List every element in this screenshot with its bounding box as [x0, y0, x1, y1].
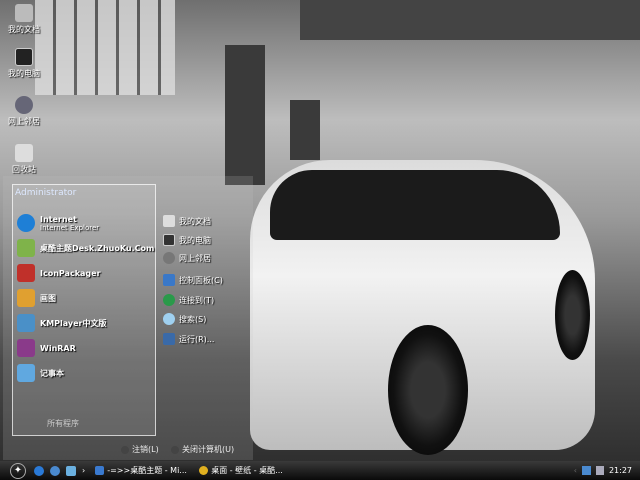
desktop-icon-label: 回收站: [12, 165, 36, 174]
wallpaper-pillar: [290, 100, 320, 160]
desktop-icon-label: 网上邻居: [8, 117, 40, 126]
wallpaper-window: [35, 0, 175, 95]
place-label: 搜索(S): [179, 314, 207, 324]
wallpaper-pillar: [225, 45, 265, 185]
place-search[interactable]: 搜索(S): [163, 313, 206, 325]
place-label: 运行(R)...: [179, 334, 215, 344]
place-my-computer[interactable]: 我的电脑: [163, 234, 211, 246]
desktop-icon-network-places[interactable]: 网上邻居: [4, 96, 44, 127]
zhuoku-icon: [17, 239, 35, 257]
program-iconpackager[interactable]: IconPackager: [17, 264, 101, 282]
internet-explorer-icon: [17, 214, 35, 232]
quicklaunch-desktop-icon[interactable]: [66, 465, 76, 476]
system-tray: ‹ 21:27: [574, 466, 640, 475]
place-network[interactable]: 网上邻居: [163, 252, 211, 264]
quicklaunch-ie-icon[interactable]: [34, 465, 44, 476]
network-places-icon: [163, 252, 175, 264]
wallpaper-ceiling: [300, 0, 640, 40]
desktop-icon-my-documents[interactable]: 我的文档: [4, 4, 44, 35]
program-paint[interactable]: 画图: [17, 289, 56, 307]
network-places-icon: [15, 96, 33, 114]
quicklaunch-browser-icon[interactable]: [50, 465, 60, 476]
all-programs-button[interactable]: 所有程序: [47, 418, 79, 429]
program-label: IconPackager: [40, 268, 101, 278]
place-label: 网上邻居: [179, 253, 211, 263]
document-icon: [95, 466, 105, 475]
program-label: 画图: [40, 293, 56, 303]
program-label: WinRAR: [40, 343, 76, 353]
chrome-icon: [199, 466, 209, 475]
logoff-label: 注销(L): [132, 445, 159, 454]
desktop-icon-recycle-bin[interactable]: 回收站: [4, 144, 44, 175]
place-my-documents[interactable]: 我的文档: [163, 215, 211, 227]
place-label: 我的文档: [179, 216, 211, 226]
taskbar-task[interactable]: -=>>桌酷主题 - Mi...: [95, 465, 193, 476]
shutdown-button[interactable]: 关闭计算机(U): [171, 444, 234, 455]
place-label: 我的电脑: [179, 235, 211, 245]
desktop-icon-label: 我的电脑: [8, 69, 40, 78]
task-label: 桌面 - 壁纸 - 桌酷...: [211, 466, 283, 475]
place-control-panel[interactable]: 控制面板(C): [163, 274, 223, 286]
start-menu: Administrator Internet Internet Explorer …: [3, 176, 253, 460]
wallpaper-wheel: [388, 325, 468, 455]
place-connect-to[interactable]: 连接到(T): [163, 294, 214, 306]
taskbar-task[interactable]: 桌面 - 壁纸 - 桌酷...: [199, 465, 297, 476]
place-label: 连接到(T): [179, 295, 215, 305]
program-label: 桌酷主题Desk.ZhuoKu.Com: [40, 243, 155, 253]
wallpaper-wheel: [555, 270, 590, 360]
network-tray-icon[interactable]: [581, 466, 591, 475]
winrar-icon: [17, 339, 35, 357]
logoff-button[interactable]: 注销(L): [121, 444, 159, 455]
my-computer-icon: [15, 48, 33, 66]
paint-icon: [17, 289, 35, 307]
program-zhuoku[interactable]: 桌酷主题Desk.ZhuoKu.Com: [17, 239, 154, 257]
power-icon: [171, 445, 179, 454]
program-label: 记事本: [40, 368, 64, 378]
notepad-icon: [17, 364, 35, 382]
my-computer-icon: [163, 234, 175, 246]
my-documents-icon: [163, 215, 175, 227]
volume-tray-icon[interactable]: [595, 466, 604, 475]
program-sublabel: Internet Explorer: [40, 223, 100, 232]
clock[interactable]: 21:27: [609, 466, 632, 475]
start-button[interactable]: ✦: [10, 462, 26, 479]
wallpaper-car-window: [270, 170, 560, 240]
task-label: -=>>桌酷主题 - Mi...: [107, 466, 187, 475]
place-label: 控制面板(C): [179, 275, 223, 285]
logoff-icon: [121, 445, 129, 454]
my-documents-icon: [15, 4, 33, 22]
control-panel-icon: [163, 274, 175, 286]
quicklaunch-chevron-icon[interactable]: ›: [82, 466, 85, 475]
desktop-icon-my-computer[interactable]: 我的电脑: [4, 48, 44, 79]
shutdown-label: 关闭计算机(U): [182, 445, 235, 454]
program-winrar[interactable]: WinRAR: [17, 339, 76, 357]
search-icon: [163, 313, 175, 325]
taskbar: ✦ › -=>>桌酷主题 - Mi... 桌面 - 壁纸 - 桌酷... ‹ 2…: [0, 461, 640, 480]
run-icon: [163, 333, 175, 345]
program-internet-explorer[interactable]: Internet Internet Explorer: [17, 214, 99, 232]
program-label: Internet: [40, 214, 77, 224]
iconpackager-icon: [17, 264, 35, 282]
program-label: KMPlayer中文版: [40, 318, 107, 328]
program-notepad[interactable]: 记事本: [17, 364, 64, 382]
place-run[interactable]: 运行(R)...: [163, 333, 214, 345]
program-kmplayer[interactable]: KMPlayer中文版: [17, 314, 107, 332]
kmplayer-icon: [17, 314, 35, 332]
tray-expand-icon[interactable]: ‹: [574, 466, 577, 475]
recycle-bin-icon: [15, 144, 33, 162]
user-name: Administrator: [15, 188, 77, 198]
connect-globe-icon: [163, 294, 175, 306]
desktop-icon-label: 我的文档: [8, 25, 40, 34]
